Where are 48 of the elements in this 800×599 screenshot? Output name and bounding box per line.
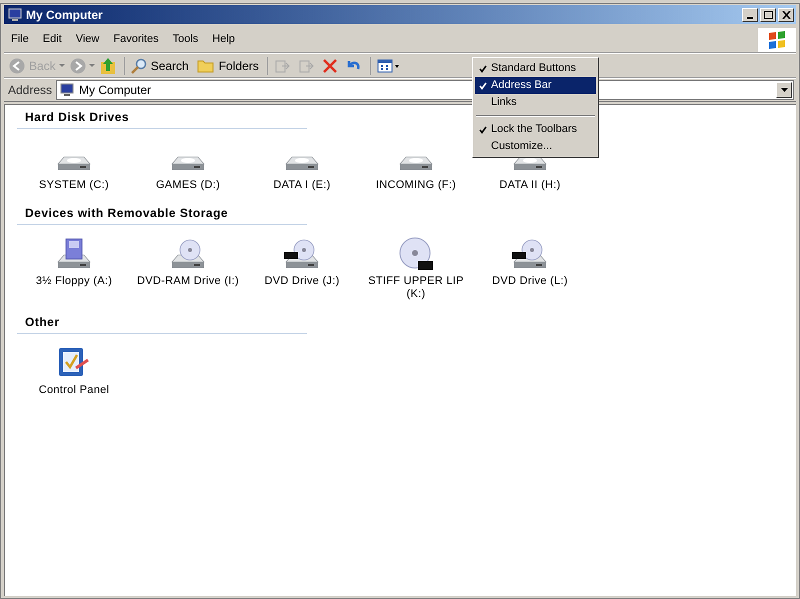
views-icon	[376, 58, 401, 74]
dvd-disc-icon	[398, 237, 434, 271]
folder-up-icon	[100, 56, 116, 74]
delete-icon	[322, 58, 338, 74]
folders-button[interactable]: Folders	[194, 54, 262, 76]
drive-item[interactable]: STIFF UPPER LIP (K:)	[359, 235, 473, 301]
close-button[interactable]	[778, 8, 794, 22]
windows-logo-icon	[767, 30, 787, 48]
section-header: Other	[17, 313, 307, 334]
drive-item[interactable]: Control Panel	[17, 344, 131, 397]
close-icon	[782, 10, 790, 18]
search-button[interactable]: Search	[128, 54, 192, 76]
drive-item[interactable]: DVD-RAM Drive (I:)	[131, 235, 245, 301]
drive-item[interactable]: DVD Drive (L:)	[473, 235, 587, 301]
menu-option[interactable]: Standard Buttons	[475, 60, 596, 77]
minimize-icon	[747, 16, 753, 18]
menu-item[interactable]: View	[68, 30, 106, 50]
caret-icon	[780, 88, 788, 92]
drive-item[interactable]: SYSTEM (C:)	[17, 139, 131, 192]
menu-item[interactable]: File	[4, 30, 36, 50]
maximize-icon	[764, 10, 772, 18]
search-icon	[130, 58, 147, 74]
section-header: Hard Disk Drives	[17, 108, 307, 129]
drive-item[interactable]: 3½ Floppy (A:)	[17, 235, 131, 301]
window-title: My Computer	[26, 6, 103, 24]
maximize-button[interactable]	[760, 8, 776, 22]
dropdown-caret-icon	[58, 64, 65, 68]
menu-option[interactable]: Address Bar	[475, 77, 596, 94]
address-label: Address	[8, 82, 52, 99]
drive-item[interactable]: INCOMING (F:)	[359, 139, 473, 192]
menu-item[interactable]: Help	[205, 30, 242, 50]
section-header: Devices with Removable Storage	[17, 204, 307, 225]
minimize-button[interactable]	[742, 8, 758, 22]
move-to-icon	[274, 58, 290, 74]
folder-icon	[196, 58, 215, 72]
computer-icon	[60, 83, 74, 97]
menu-item[interactable]: Edit	[36, 30, 69, 50]
drive-item[interactable]: GAMES (D:)	[131, 139, 245, 192]
menu-option[interactable]: Lock the Toolbars	[475, 121, 596, 138]
menu-item[interactable]: Tools	[166, 30, 206, 50]
menu-option[interactable]: Customize...	[475, 138, 596, 155]
menu-item[interactable]: Favorites	[106, 30, 166, 50]
drive-item[interactable]: DVD Drive (J:)	[245, 235, 359, 301]
copy-to-icon	[298, 58, 314, 74]
computer-icon	[8, 8, 22, 22]
dropdown-button[interactable]	[776, 82, 792, 98]
drive-item[interactable]: DATA I (E:)	[245, 139, 359, 192]
dropdown-caret-icon	[88, 64, 95, 68]
